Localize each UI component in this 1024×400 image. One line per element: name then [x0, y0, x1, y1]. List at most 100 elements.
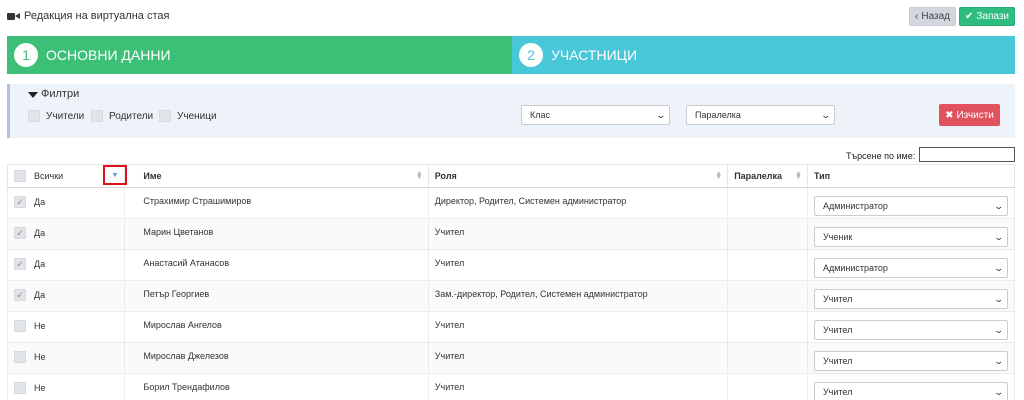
name-cell: Марин Цветанов	[124, 218, 429, 250]
type-select[interactable]: Учител ⌄	[813, 289, 1008, 309]
type-select-value: Ученик	[822, 232, 853, 242]
table-row: ✓ Да Страхимир Страшимиров Директор, Родите…	[6, 187, 1016, 219]
check-icon: ✔	[964, 11, 974, 22]
header-type-label: Тип	[813, 171, 831, 181]
page-title: Редакция на виртуална стая	[7, 10, 169, 22]
step-participants[interactable]: 2 УЧАСТНИЦИ	[512, 36, 1015, 74]
search-label: Търсене по име:	[846, 151, 916, 161]
select-all-checkbox[interactable]	[14, 170, 26, 182]
type-select[interactable]: Учител ⌄	[813, 382, 1008, 400]
filters-panel: Филтри Учители Родители Ученици Клас ⌄ П…	[7, 84, 1015, 138]
table-row: Не Борил Трендафилов Учител Учител ⌄	[6, 373, 1016, 400]
section-cell	[727, 373, 808, 400]
filter-teachers-checkbox[interactable]	[28, 110, 40, 122]
header-role-label: Роля	[434, 171, 457, 181]
name-cell: Борил Трендафилов	[124, 373, 429, 400]
name-cell: Страхимир Страшимиров	[124, 187, 429, 219]
row-checkbox[interactable]: ✓	[14, 258, 26, 270]
row-checkbox[interactable]	[14, 320, 26, 332]
wizard-steps: 1 ОСНОВНИ ДАННИ 2 УЧАСТНИЦИ	[7, 36, 1015, 74]
filter-parents[interactable]: Родители	[91, 110, 153, 122]
header-name-label: Име	[143, 171, 162, 181]
section-cell	[727, 342, 808, 374]
chevron-down-icon: ⌄	[993, 386, 1005, 397]
type-cell: Учител ⌄	[806, 373, 1016, 400]
row-checkbox[interactable]: ✓	[14, 289, 26, 301]
role-cell: Зам.-директор, Родител, Системен админис…	[427, 280, 729, 312]
filter-students-label: Ученици	[177, 110, 217, 122]
role-cell: Учител	[427, 218, 729, 250]
page-title-text: Редакция на виртуална стая	[24, 10, 170, 22]
filter-parents-checkbox[interactable]	[91, 110, 103, 122]
section-cell	[727, 187, 808, 219]
role-cell: Учител	[427, 373, 729, 400]
step-label: ОСНОВНИ ДАННИ	[46, 47, 171, 63]
section-cell	[727, 311, 808, 343]
filter-students[interactable]: Ученици	[159, 110, 217, 122]
chevron-down-icon: ⌄	[993, 231, 1005, 242]
role-cell: Учител	[427, 342, 729, 374]
header-all-label: Всички	[34, 171, 64, 181]
section-select[interactable]: Паралелка ⌄	[686, 105, 835, 125]
chevron-down-icon: ⌄	[993, 355, 1005, 366]
type-select[interactable]: Учител ⌄	[813, 320, 1008, 340]
table-row: Не Мирослав Ангелов Учител Учител ⌄	[6, 311, 1016, 343]
save-label: Запази	[976, 11, 1010, 22]
table-row: ✓ Да Анастасий Атанасов Учител Администратор…	[6, 249, 1016, 281]
top-bar: Редакция на виртуална стая ‹ Назад ✔ Зап…	[0, 0, 1024, 34]
header-section-label: Паралелка	[734, 171, 782, 181]
included-label: Не	[34, 321, 46, 331]
header-name[interactable]: Име ▲ ▼	[124, 164, 429, 188]
section-cell	[727, 218, 808, 250]
search-input[interactable]	[919, 147, 1015, 162]
type-select[interactable]: Администратор ⌄	[813, 258, 1008, 278]
type-select-value: Администратор	[822, 201, 888, 211]
filter-teachers-label: Учители	[46, 110, 85, 122]
sort-desc-icon: ▼	[111, 171, 119, 179]
type-select-value: Администратор	[822, 263, 888, 273]
type-select[interactable]: Ученик ⌄	[813, 227, 1008, 247]
row-checkbox[interactable]: ✓	[14, 196, 26, 208]
name-cell: Мирослав Ангелов	[124, 311, 429, 343]
header-section[interactable]: Паралелка ▲ ▼	[727, 164, 808, 188]
chevron-down-icon: ⌄	[655, 109, 667, 120]
video-camera-icon	[7, 12, 20, 21]
chevron-left-icon: ‹	[915, 11, 919, 22]
filter-students-checkbox[interactable]	[159, 110, 171, 122]
class-select[interactable]: Клас ⌄	[521, 105, 670, 125]
included-cell: ✓ Да	[6, 249, 126, 281]
type-select[interactable]: Учител ⌄	[813, 351, 1008, 371]
clear-button[interactable]: ✖ Изчисти	[939, 104, 1000, 126]
filters-title-text: Филтри	[41, 88, 80, 100]
save-button[interactable]: ✔ Запази	[959, 7, 1015, 26]
back-label: Назад	[921, 11, 950, 22]
type-select[interactable]: Администратор ⌄	[813, 196, 1008, 216]
sort-icon: ▲ ▼	[715, 170, 723, 181]
header-type: Тип	[806, 164, 1016, 188]
type-cell: Учител ⌄	[806, 311, 1016, 343]
chevron-down-icon: ⌄	[820, 109, 832, 120]
row-checkbox[interactable]	[14, 351, 26, 363]
included-cell: ✓ Да	[6, 187, 126, 219]
section-cell	[727, 280, 808, 312]
name-cell: Мирослав Джелезов	[124, 342, 429, 374]
filter-icon	[28, 92, 38, 98]
filter-teachers[interactable]: Учители	[28, 110, 84, 122]
chevron-down-icon: ⌄	[993, 293, 1005, 304]
sort-desc-highlight[interactable]: ▼	[103, 165, 127, 185]
step-basic-data[interactable]: 1 ОСНОВНИ ДАННИ	[7, 36, 512, 74]
row-checkbox[interactable]	[14, 382, 26, 394]
filter-parents-label: Родители	[109, 110, 154, 122]
type-cell: Учител ⌄	[806, 280, 1016, 312]
type-select-value: Учител	[822, 356, 853, 366]
included-cell: ✓ Да	[6, 280, 126, 312]
participants-table: Всички Име ▲ ▼ Роля ▲ ▼ Паралелка ▲ ▼ Тип ✓…	[6, 164, 1016, 400]
type-select-value: Учител	[822, 294, 853, 304]
type-cell: Администратор ⌄	[806, 249, 1016, 281]
back-button[interactable]: ‹ Назад	[909, 7, 956, 26]
clear-label: Изчисти	[956, 109, 994, 121]
section-cell	[727, 249, 808, 281]
header-role[interactable]: Роля ▲ ▼	[427, 164, 729, 188]
table-row: ✓ Да Петър Георгиев Зам.-директор, Родител,…	[6, 280, 1016, 312]
row-checkbox[interactable]: ✓	[14, 227, 26, 239]
